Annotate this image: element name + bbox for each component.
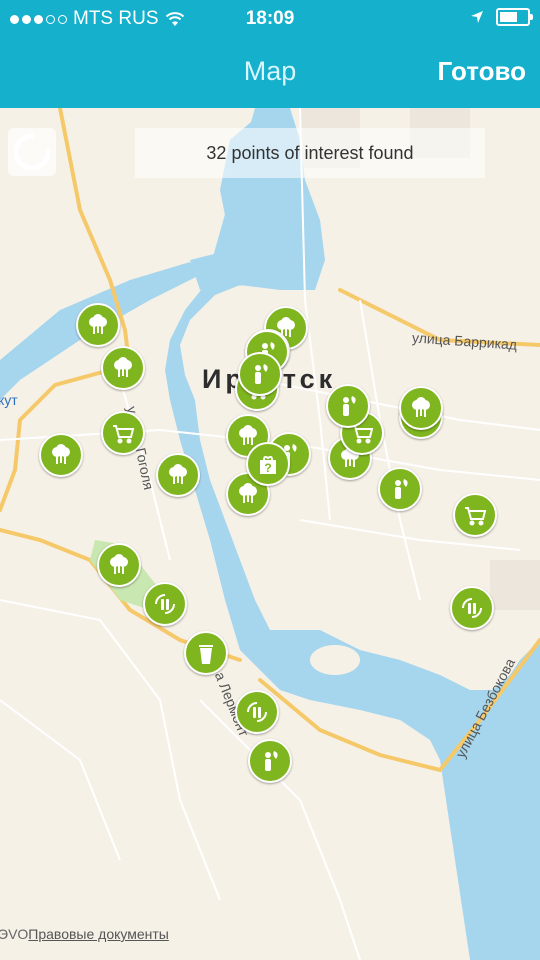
- recycle-bin-icon: [199, 645, 213, 664]
- map-pin[interactable]: [238, 352, 282, 396]
- svg-text:?: ?: [264, 461, 271, 475]
- map-pin[interactable]: [235, 690, 279, 734]
- map-pin[interactable]: [248, 739, 292, 783]
- map-pin[interactable]: ?: [246, 442, 290, 486]
- status-time: 18:09: [245, 8, 295, 29]
- map-pin[interactable]: [101, 411, 145, 455]
- park-icon: [110, 554, 128, 574]
- map-pin[interactable]: [184, 631, 228, 675]
- person-leaf-icon: [395, 479, 408, 499]
- map-pin[interactable]: [450, 586, 494, 630]
- map-pin[interactable]: [143, 582, 187, 626]
- status-bar: MTS RUS 18:09: [0, 0, 540, 40]
- map-pin[interactable]: [378, 467, 422, 511]
- question-box-icon: ?: [260, 455, 276, 475]
- park-icon: [169, 464, 187, 484]
- loading-spinner-icon: [13, 133, 51, 171]
- legal-prefix: ЭVO: [0, 926, 29, 942]
- map-pin[interactable]: [326, 384, 370, 428]
- park-icon: [239, 483, 257, 503]
- recycle-bottles-icon: [247, 702, 267, 722]
- legal-footer: ЭVOПравовые документы: [0, 926, 169, 942]
- map-canvas[interactable]: [0, 108, 540, 960]
- recycle-bottles-icon: [462, 598, 482, 618]
- cart-icon: [113, 425, 135, 444]
- top-bar: MTS RUS 18:09 Map Готово: [0, 0, 540, 108]
- map-pin[interactable]: [97, 543, 141, 587]
- poi-count-banner: 32 points of interest found: [135, 128, 485, 178]
- recycle-bottles-icon: [155, 594, 175, 614]
- navigation-bar: Map Готово: [0, 40, 540, 108]
- location-arrow-icon: [471, 11, 483, 23]
- map-pin[interactable]: [76, 303, 120, 347]
- street-label-kut: кут: [0, 392, 18, 408]
- map-pin[interactable]: [399, 386, 443, 430]
- cart-icon: [465, 507, 487, 526]
- refresh-button[interactable]: [8, 128, 56, 176]
- done-button[interactable]: Готово: [438, 56, 526, 87]
- map-pin[interactable]: [156, 453, 200, 497]
- person-leaf-icon: [255, 364, 268, 384]
- park-icon: [412, 397, 430, 417]
- map-pin[interactable]: [101, 346, 145, 390]
- park-icon: [89, 314, 107, 334]
- map-pin[interactable]: [453, 493, 497, 537]
- person-leaf-icon: [265, 751, 278, 771]
- park-icon: [52, 444, 70, 464]
- park-icon: [114, 357, 132, 377]
- battery-icon: [496, 8, 533, 26]
- person-leaf-icon: [343, 396, 356, 416]
- legal-documents-link[interactable]: Правовые документы: [28, 926, 169, 942]
- map-pin[interactable]: [39, 433, 83, 477]
